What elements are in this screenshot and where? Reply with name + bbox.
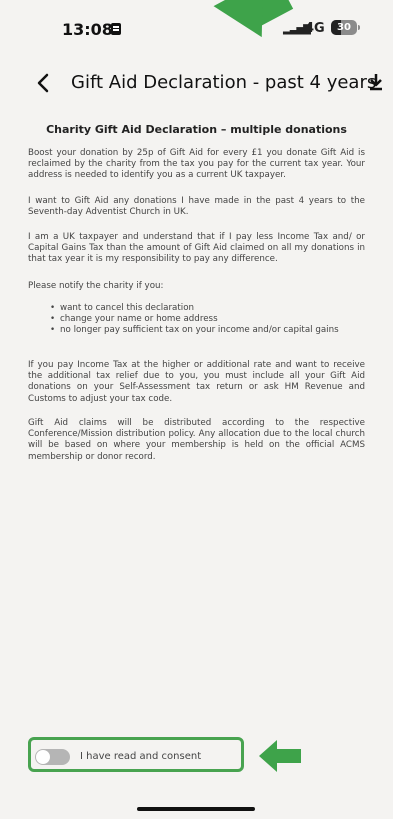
list-item: no longer pay sufficient tax on your inc… xyxy=(50,325,355,336)
list-item: change your name or home address xyxy=(50,314,355,325)
declaration-paragraph: I am a UK taxpayer and understand that i… xyxy=(28,232,365,265)
declaration-paragraph: If you pay Income Tax at the higher or a… xyxy=(28,360,365,404)
annotation-arrow-left-icon xyxy=(259,740,301,772)
declaration-paragraph: Gift Aid claims will be distributed acco… xyxy=(28,418,365,462)
declaration-paragraph: I want to Gift Aid any donations I have … xyxy=(28,196,365,218)
list-item: want to cancel this declaration xyxy=(50,303,355,314)
download-icon[interactable] xyxy=(366,72,386,92)
consent-label: I have read and consent xyxy=(80,751,202,762)
network-label: 4G xyxy=(305,21,325,36)
page-header: Gift Aid Declaration - past 4 years xyxy=(0,60,393,108)
status-bar: 13:08 ▂▃▅▇ 4G 30 xyxy=(0,0,393,58)
chevron-left-icon[interactable] xyxy=(33,72,55,94)
consent-toggle[interactable] xyxy=(35,749,70,765)
declaration-paragraph: Boost your donation by 25p of Gift Aid f… xyxy=(28,148,365,181)
declaration-content: Charity Gift Aid Declaration – multiple … xyxy=(0,118,393,738)
calendar-icon xyxy=(111,23,121,35)
declaration-paragraph: Please notify the charity if you: xyxy=(28,281,164,291)
battery-tip xyxy=(358,25,360,30)
notification-list: want to cancel this declaration change y… xyxy=(50,303,355,337)
toggle-knob xyxy=(36,750,50,764)
battery-level: 30 xyxy=(337,22,351,33)
declaration-title: Charity Gift Aid Declaration – multiple … xyxy=(46,123,347,136)
home-indicator[interactable] xyxy=(137,807,255,811)
page-title: Gift Aid Declaration - past 4 years xyxy=(71,72,377,93)
battery-icon: 30 xyxy=(331,20,357,35)
status-time: 13:08 xyxy=(62,20,113,39)
